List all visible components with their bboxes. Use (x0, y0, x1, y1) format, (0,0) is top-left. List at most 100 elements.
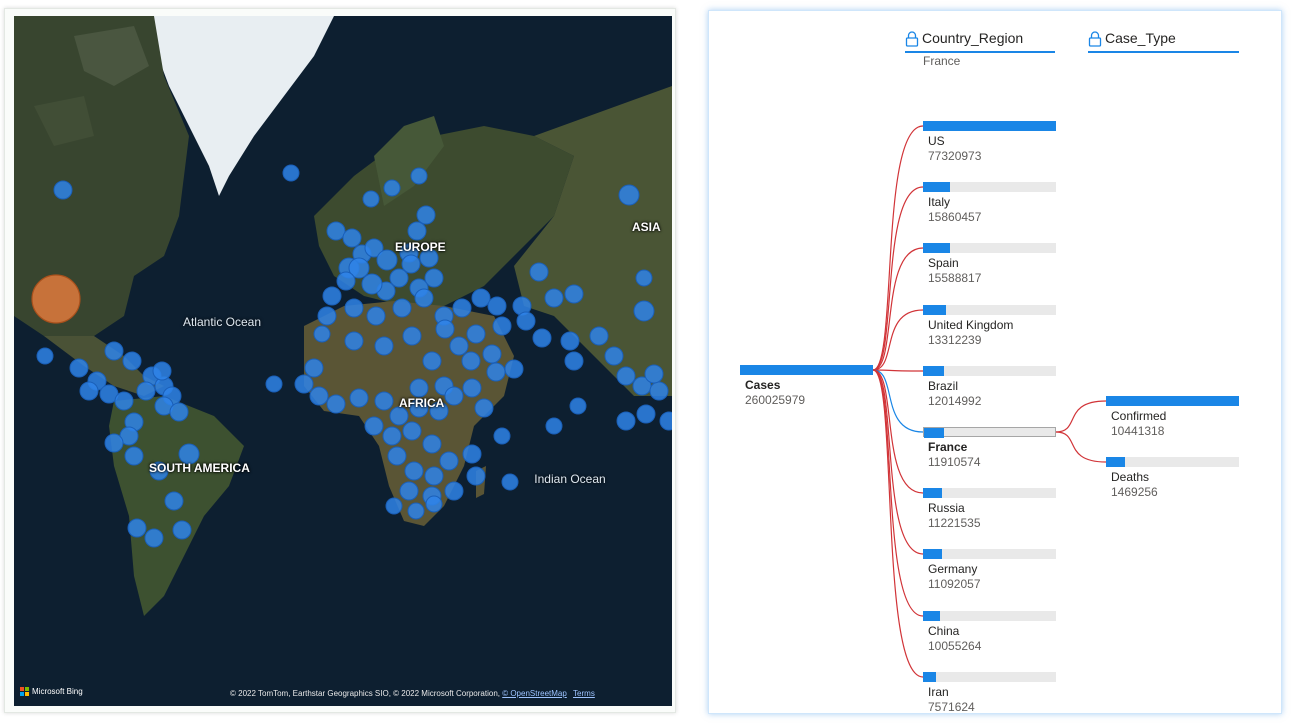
node-bar-track (923, 182, 1056, 192)
map-bubble (164, 491, 184, 511)
node-bar-track (1106, 457, 1239, 467)
map-bubble (487, 296, 507, 316)
node-bar-track (923, 549, 1056, 559)
node-bar-track (740, 365, 873, 375)
node-label: United Kingdom (928, 318, 1014, 332)
node-bar-fill (923, 488, 943, 498)
map-bubble (404, 461, 424, 481)
node-value: 10055264 (928, 639, 982, 653)
map-bubble (382, 426, 402, 446)
map-bubble (69, 358, 89, 378)
node-bar-track (923, 243, 1056, 253)
map-bubble (462, 444, 482, 464)
map-bubble (402, 326, 422, 346)
map-bubble (409, 378, 429, 398)
header-country-region-label: Country_Region (922, 30, 1024, 46)
header-case-type[interactable]: Case_Type (1088, 29, 1239, 53)
node-value: 12014992 (928, 394, 982, 408)
region-label-asia: ASIA (632, 220, 661, 234)
node-value: 11092057 (928, 577, 981, 591)
node-value: 13312239 (928, 333, 982, 347)
node-value: 1469256 (1111, 485, 1158, 499)
map-canvas[interactable]: EUROPE ASIA AFRICA SOUTH AMERICA Atlanti… (14, 16, 672, 706)
terms-link[interactable]: Terms (573, 689, 595, 698)
map-bubble (136, 381, 156, 401)
node-bar-fill (923, 121, 1056, 131)
connector-line (1055, 400, 1107, 433)
map-bubble (344, 331, 364, 351)
map-bubble (104, 341, 124, 361)
map-bubble (304, 358, 324, 378)
map-bubble (462, 378, 482, 398)
node-label: Germany (928, 562, 978, 576)
node-label: US (928, 134, 945, 148)
region-label-europe: EUROPE (395, 240, 446, 254)
map-bubble (560, 331, 580, 351)
node-value: 10441318 (1111, 424, 1165, 438)
map-bubble (424, 466, 444, 486)
map-bubble (344, 298, 364, 318)
header-country-region[interactable]: Country_Region (905, 29, 1055, 53)
ocean-label-atlantic: Atlantic Ocean (182, 315, 262, 329)
node-label: Brazil (928, 379, 959, 393)
map-bubble (326, 221, 346, 241)
node-bar-track (1106, 396, 1239, 406)
map-bubble (529, 262, 549, 282)
map-bubble (364, 416, 384, 436)
node-label: Iran (928, 685, 949, 699)
node-value: 260025979 (745, 393, 806, 407)
node-label: France (928, 440, 968, 454)
map-bubble (449, 336, 469, 356)
connector-line (872, 369, 924, 372)
node-bar-fill (923, 549, 943, 559)
map-bubble (385, 497, 403, 515)
map-bubble-highlight (31, 274, 81, 324)
map-bubble (309, 386, 329, 406)
map-bubble (407, 502, 425, 520)
lock-icon (905, 31, 919, 47)
map-bubble (474, 398, 494, 418)
map-bubble (127, 518, 147, 538)
node-bar-fill (924, 428, 945, 438)
map-bubble (361, 273, 383, 295)
attribution-text: © 2022 TomTom, Earthstar Geographics SIO… (230, 689, 500, 698)
node-bar-fill (1106, 457, 1125, 467)
map-bubble (122, 351, 142, 371)
connector-line (872, 186, 924, 371)
map-bubble (336, 271, 356, 291)
map-bubble (486, 362, 506, 382)
node-bar-fill (923, 182, 951, 192)
connector-line (872, 125, 924, 371)
node-label: Italy (928, 195, 951, 209)
map-bubble (414, 288, 434, 308)
connector-line (872, 369, 924, 555)
node-value: 11221535 (928, 516, 981, 530)
node-bar-fill (1106, 396, 1239, 406)
bing-logo-text: Microsoft Bing (32, 687, 83, 696)
map-bubble (114, 391, 134, 411)
map-bubble (422, 351, 442, 371)
map-bubble (545, 417, 563, 435)
openstreetmap-link[interactable]: © OpenStreetMap (502, 689, 567, 698)
map-bubble (471, 288, 491, 308)
map-bubble (366, 306, 386, 326)
node-bar-fill (923, 305, 946, 315)
region-label-south-america: SOUTH AMERICA (149, 461, 250, 475)
node-value: 77320973 (928, 149, 982, 163)
map-bubble (407, 221, 427, 241)
map-bubble (425, 495, 443, 513)
map-bubble (410, 167, 428, 185)
map-bubble (349, 388, 369, 408)
map-bubble (374, 391, 394, 411)
node-value: 15860457 (928, 210, 982, 224)
tree-connectors (872, 125, 1107, 678)
map-attribution: © 2022 TomTom, Earthstar Geographics SIO… (230, 689, 595, 698)
map-bubble (53, 180, 73, 200)
node-bar-track (923, 427, 1056, 438)
node-bar-track (923, 366, 1056, 376)
map-bubble (294, 374, 314, 394)
map-bubble (618, 184, 640, 206)
map-bubble (401, 254, 421, 274)
map-bubble (589, 326, 609, 346)
map-bubble (461, 351, 481, 371)
